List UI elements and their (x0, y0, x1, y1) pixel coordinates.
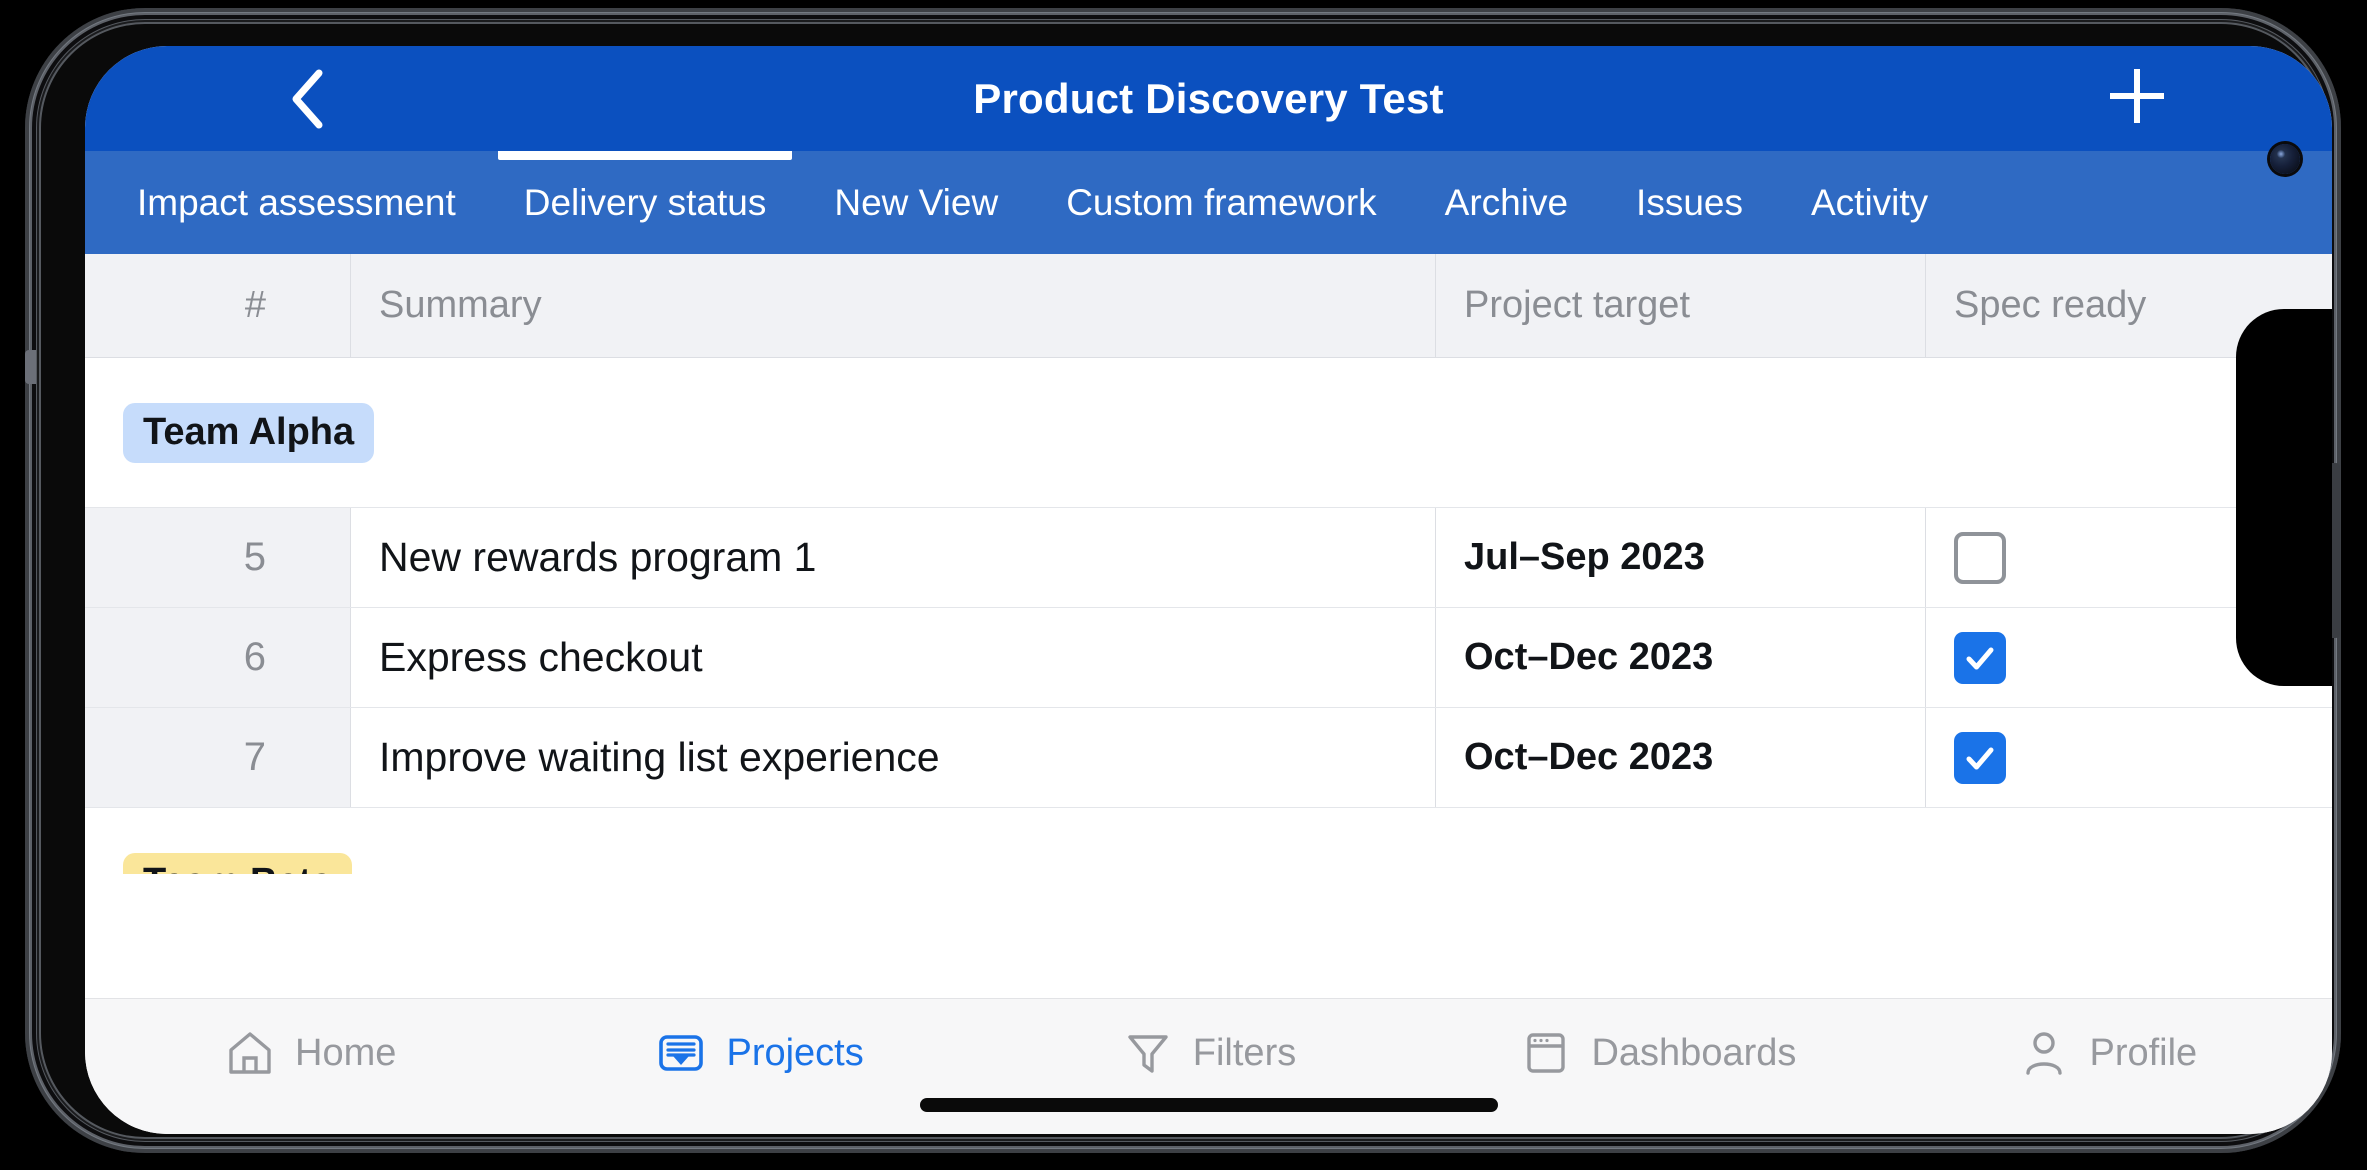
power-button[interactable] (2331, 463, 2340, 638)
row-number: 6 (85, 608, 351, 707)
tab-impact-assessment[interactable]: Impact assessment (85, 151, 490, 254)
view-tab-bar[interactable]: Impact assessment Delivery status New Vi… (85, 151, 2332, 254)
column-header-summary[interactable]: Summary (351, 254, 1436, 357)
home-indicator[interactable] (919, 1098, 1498, 1112)
tab-delivery-status[interactable]: Delivery status (490, 151, 801, 254)
nav-item-home[interactable]: Home (85, 1015, 534, 1091)
column-header-project-target[interactable]: Project target (1436, 254, 1926, 357)
tab-label: New View (834, 181, 999, 223)
nav-item-dashboards[interactable]: Dashboards (1433, 1015, 1882, 1091)
projects-icon (654, 1026, 708, 1080)
row-number: 7 (85, 708, 351, 807)
group-badge-team-alpha: Team Alpha (123, 402, 375, 463)
tab-issues[interactable]: Issues (1602, 151, 1777, 254)
person-icon (2017, 1026, 2071, 1080)
tab-custom-framework[interactable]: Custom framework (1032, 151, 1410, 254)
tab-label: Delivery status (523, 181, 767, 223)
bottom-navigation-bar[interactable]: Home Projects Filters Dashboards Profile (85, 998, 2332, 1134)
tab-label: Custom framework (1066, 181, 1377, 223)
nav-item-profile[interactable]: Profile (1883, 1015, 2332, 1091)
tab-label: Archive (1444, 181, 1569, 223)
plus-icon (2104, 63, 2170, 134)
table-row[interactable]: 6 Express checkout Oct–Dec 2023 (85, 608, 2332, 708)
back-button[interactable] (275, 67, 339, 131)
nav-label: Profile (2089, 1031, 2198, 1074)
nav-label: Home (295, 1031, 397, 1074)
home-icon (223, 1026, 277, 1080)
nav-label: Dashboards (1591, 1031, 1797, 1074)
tab-label: Issues (1636, 181, 1743, 223)
row-spec-ready-cell[interactable] (1926, 708, 2332, 807)
group-header-row[interactable]: Team Beta (85, 808, 2332, 874)
group-badge-team-beta: Team Beta (123, 852, 353, 874)
spec-ready-checkbox[interactable] (1954, 531, 2006, 584)
row-project-target: Oct–Dec 2023 (1436, 708, 1926, 807)
app-header: Product Discovery Test (85, 46, 2332, 151)
dashboard-icon (1519, 1026, 1573, 1080)
tab-label: Impact assessment (137, 181, 456, 223)
table-row[interactable]: 5 New rewards program 1 Jul–Sep 2023 (85, 508, 2332, 608)
nav-item-filters[interactable]: Filters (984, 1015, 1433, 1091)
row-project-target: Jul–Sep 2023 (1436, 508, 1926, 607)
front-camera-icon (2270, 144, 2300, 174)
table-header-row: # Summary Project target Spec ready (85, 254, 2332, 358)
dynamic-island (2236, 309, 2332, 686)
phone-screen: Product Discovery Test Impact assessment… (85, 46, 2332, 1134)
check-icon (1966, 647, 1994, 669)
tab-archive[interactable]: Archive (1411, 151, 1602, 254)
page-title: Product Discovery Test (973, 75, 1444, 122)
tab-new-view[interactable]: New View (800, 151, 1032, 254)
add-button[interactable] (2102, 64, 2172, 134)
tab-activity[interactable]: Activity (1777, 151, 1962, 254)
spec-ready-checkbox[interactable] (1954, 631, 2006, 684)
row-summary[interactable]: Improve waiting list experience (351, 708, 1436, 807)
issues-table[interactable]: # Summary Project target Spec ready Team… (85, 254, 2332, 874)
table-row[interactable]: 7 Improve waiting list experience Oct–De… (85, 708, 2332, 808)
tab-label: Activity (1810, 181, 1929, 223)
filter-icon (1121, 1026, 1175, 1080)
row-summary[interactable]: New rewards program 1 (351, 508, 1436, 607)
nav-label: Projects (726, 1031, 864, 1074)
column-header-number[interactable]: # (85, 254, 351, 357)
row-summary[interactable]: Express checkout (351, 608, 1436, 707)
phone-frame: Product Discovery Test Impact assessment… (25, 8, 2341, 1153)
row-number: 5 (85, 508, 351, 607)
row-project-target: Oct–Dec 2023 (1436, 608, 1926, 707)
chevron-left-icon (285, 67, 329, 131)
spec-ready-checkbox[interactable] (1954, 731, 2006, 784)
volume-button[interactable] (25, 350, 36, 384)
nav-item-projects[interactable]: Projects (534, 1015, 983, 1091)
check-icon (1966, 747, 1994, 769)
group-header-row[interactable]: Team Alpha (85, 358, 2332, 508)
nav-label: Filters (1192, 1031, 1297, 1074)
